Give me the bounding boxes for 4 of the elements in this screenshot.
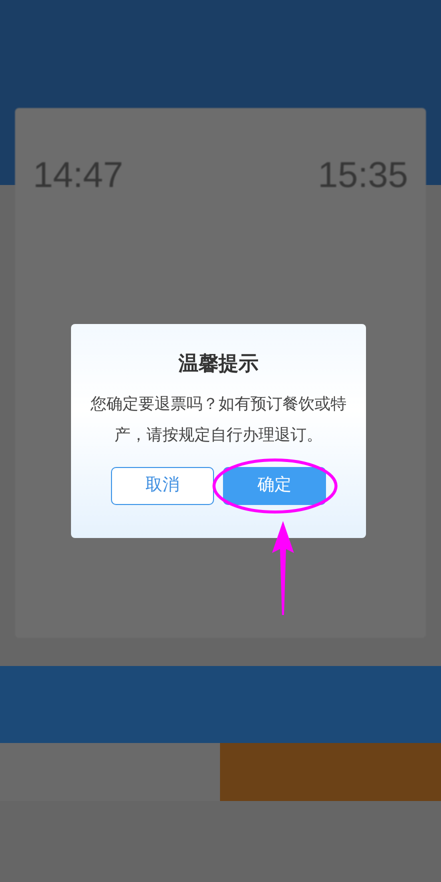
- cancel-button[interactable]: 取消: [111, 467, 214, 505]
- dialog-title: 温馨提示: [177, 350, 260, 376]
- dialog-message: 您确定要退票吗？如有预订餐饮或特产，请按规定自行办理退订。: [90, 393, 348, 446]
- confirm-button[interactable]: 确定: [223, 467, 326, 505]
